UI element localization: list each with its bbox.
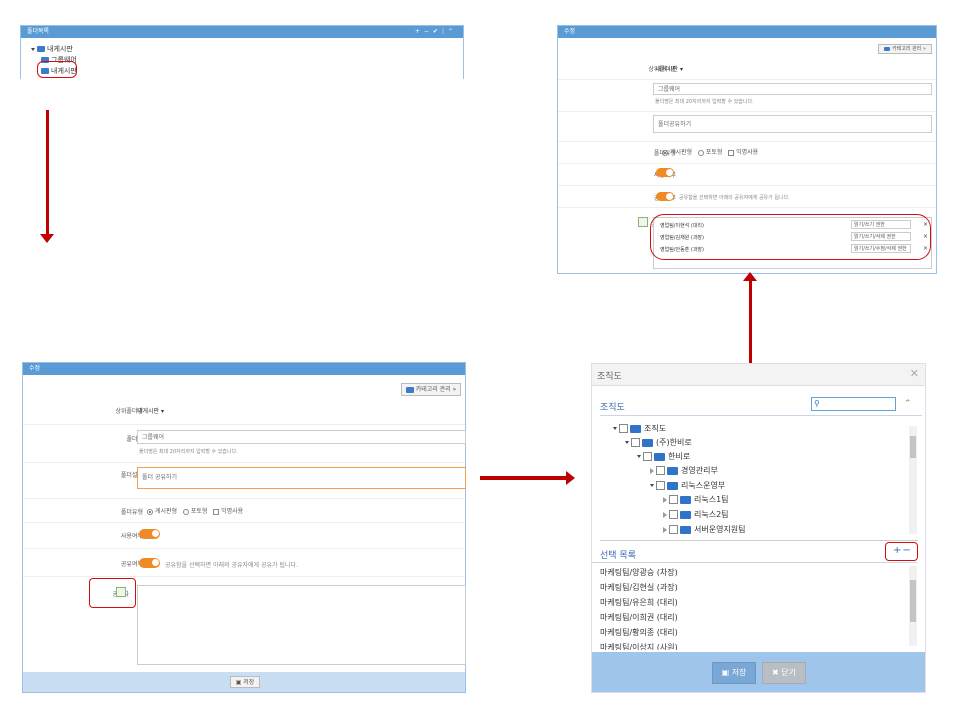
edit-form-header: 수정 — [558, 26, 936, 38]
arrow-down — [46, 110, 49, 234]
folder-icon — [642, 438, 653, 447]
folder-icon — [37, 46, 45, 52]
arrow-right-head — [566, 471, 575, 485]
folder-name-hint: 폴더명은 최대 20자리까지 입력할 수 있습니다. — [655, 99, 754, 105]
use-label: 사용여부 — [120, 533, 143, 540]
share-label: 공유여부 — [120, 561, 143, 568]
org-chart-dialog: 조직도 ✕ 조직도 ⚲ ⌃ 조직도 (주)한비로 한비로 경영관리부 리눅스운영… — [591, 363, 926, 693]
list-item[interactable]: 마케팅팀/이상지 (사원) — [600, 642, 678, 650]
anonymous-checkbox[interactable]: 익명사용 — [213, 508, 243, 515]
collapse-icon[interactable]: ⌃ — [904, 399, 912, 409]
folder-toolbar: +−✔|⌃ — [414, 28, 457, 35]
folder-name-input[interactable]: 그룹웨어 — [137, 430, 466, 444]
arrow-up — [749, 281, 752, 363]
org-tree: 조직도 (주)한비로 한비로 경영관리부 리눅스운영부 리눅스1팀 리눅스2팀 … — [600, 417, 918, 541]
list-item[interactable]: 마케팅팀/유은희 (대리) — [600, 597, 678, 608]
category-manage-button[interactable]: 카테고리 관리 » — [401, 383, 461, 396]
folder-icon — [667, 481, 678, 490]
use-toggle[interactable] — [139, 529, 160, 539]
folder-icon — [884, 46, 891, 51]
folder-icon — [630, 424, 641, 433]
description-input[interactable]: 폴더공유하기 — [653, 115, 932, 133]
folder-name-hint: 폴더명은 최대 20자리까지 입력할 수 있습니다. — [139, 449, 238, 455]
save-button[interactable]: ▣ 저장 — [230, 676, 260, 688]
sharer-list — [137, 585, 466, 665]
org-tree-item[interactable]: 한비로 — [637, 451, 690, 462]
dialog-footer — [592, 652, 925, 692]
category-manage-button[interactable]: 카테고리 관리 » — [878, 44, 932, 54]
folder-icon — [667, 466, 678, 475]
arrow-up-head — [743, 272, 757, 281]
type-photo-radio[interactable]: 포토형 — [182, 508, 207, 515]
type-board-radio[interactable]: 게시판형 — [662, 149, 692, 156]
folder-icon — [680, 495, 691, 504]
list-item[interactable]: 마케팅팀/김현실 (과장) — [600, 582, 678, 593]
list-item[interactable]: 마케팅팀/이희권 (대리) — [600, 612, 678, 623]
anonymous-checkbox[interactable]: 익명사용 — [728, 149, 758, 156]
list-item[interactable]: 마케팅팀/황의종 (대리) — [600, 627, 678, 638]
remove-folder-icon[interactable]: − — [424, 28, 433, 35]
list-scrollbar[interactable] — [909, 566, 917, 646]
org-tree-item[interactable]: 리눅스1팀 — [663, 494, 729, 505]
highlight-sharer-list — [650, 214, 931, 260]
folder-name-label: 폴더명 — [126, 436, 143, 443]
parent-folder-label: 상위폴더명 — [115, 408, 143, 415]
close-icon[interactable]: ✕ — [910, 367, 919, 380]
type-board-radio[interactable]: 게시판형 — [147, 508, 177, 515]
dialog-header: 조직도 ✕ — [592, 364, 925, 386]
folder-list-header: 폴더목록 +−✔|⌃ — [21, 26, 463, 38]
use-toggle[interactable] — [656, 168, 674, 177]
folder-name-input[interactable]: 그룹웨어 — [653, 83, 932, 95]
close-button[interactable]: ✖ 닫기 — [762, 662, 806, 684]
share-hint: 공유함을 선택하면 아래의 공유자에게 공유가 됩니다. — [679, 195, 790, 201]
description-label: 폴더설명 — [120, 472, 143, 479]
arrow-down-head — [40, 234, 54, 243]
list-item[interactable]: 마케팅팀/양광승 (차장) — [600, 567, 678, 578]
type-photo-radio[interactable]: 포토형 — [697, 149, 722, 156]
save-button[interactable]: ▣ 저장 — [712, 662, 756, 684]
highlight-sharer-button — [89, 578, 136, 608]
edit-form: 수정 카테고리 관리 » 상위폴더명 내게시판 ▾ 폴더명 그룹웨어 폴더명은 … — [22, 362, 466, 693]
org-tree-item[interactable]: 조직도 — [613, 423, 666, 434]
folder-list-title: 폴더목록 — [27, 28, 50, 35]
confirm-icon[interactable]: ✔ — [433, 28, 442, 35]
org-tree-item[interactable]: 리눅스운영부 — [650, 480, 725, 491]
selected-list-title: 선택 목록 — [600, 551, 636, 561]
add-folder-icon[interactable]: + — [415, 28, 424, 35]
parent-folder-select[interactable]: 내게시판 ▾ — [137, 406, 164, 415]
folder-type-label: 폴더유형 — [120, 509, 143, 516]
folder-type-options: 게시판형 포토형 익명사용 — [662, 147, 758, 156]
org-section-title: 조직도 — [600, 403, 625, 413]
highlight-add-remove — [885, 542, 918, 561]
folder-list-panel: 폴더목록 +−✔|⌃ 내게시판 그룹웨어 내게시판 — [20, 25, 464, 79]
selected-list: 마케팅팀/양광승 (차장) 마케팅팀/김현실 (과장) 마케팅팀/유은희 (대리… — [592, 564, 910, 650]
tree-item-my-board[interactable]: 내게시판 — [31, 44, 73, 54]
folder-icon — [654, 452, 665, 461]
collapse-icon[interactable]: ⌃ — [448, 28, 457, 35]
parent-folder-select[interactable]: 내게시판 ▾ — [656, 64, 683, 73]
org-tree-item[interactable]: 리눅스2팀 — [663, 509, 729, 520]
tree-scrollbar[interactable] — [909, 426, 917, 534]
org-tree-item[interactable]: 경영관리부 — [650, 465, 718, 476]
org-search-input[interactable]: ⚲ — [811, 397, 896, 411]
arrow-right — [480, 476, 567, 480]
highlight-tree-item — [37, 61, 77, 78]
org-tree-item[interactable]: (주)한비로 — [625, 437, 692, 448]
folder-icon — [680, 510, 691, 519]
share-hint: 공유함을 선택하면 아래의 공유자에게 공유가 됩니다. — [165, 562, 298, 569]
folder-type-options: 게시판형 포토형 익명사용 — [147, 506, 243, 515]
folder-icon — [405, 386, 414, 393]
edit-form-header: 수정 — [23, 363, 465, 375]
expand-icon[interactable] — [31, 47, 35, 51]
org-tree-item[interactable]: 서버운영지원팀 — [663, 524, 746, 535]
description-input[interactable]: 폴더 공유하기 — [137, 467, 466, 489]
search-icon: ⚲ — [814, 399, 820, 408]
add-sharer-icon[interactable] — [638, 217, 648, 227]
share-toggle[interactable] — [139, 558, 160, 568]
folder-icon — [680, 525, 691, 534]
share-toggle[interactable] — [656, 192, 674, 201]
dialog-title: 조직도 — [597, 372, 622, 382]
